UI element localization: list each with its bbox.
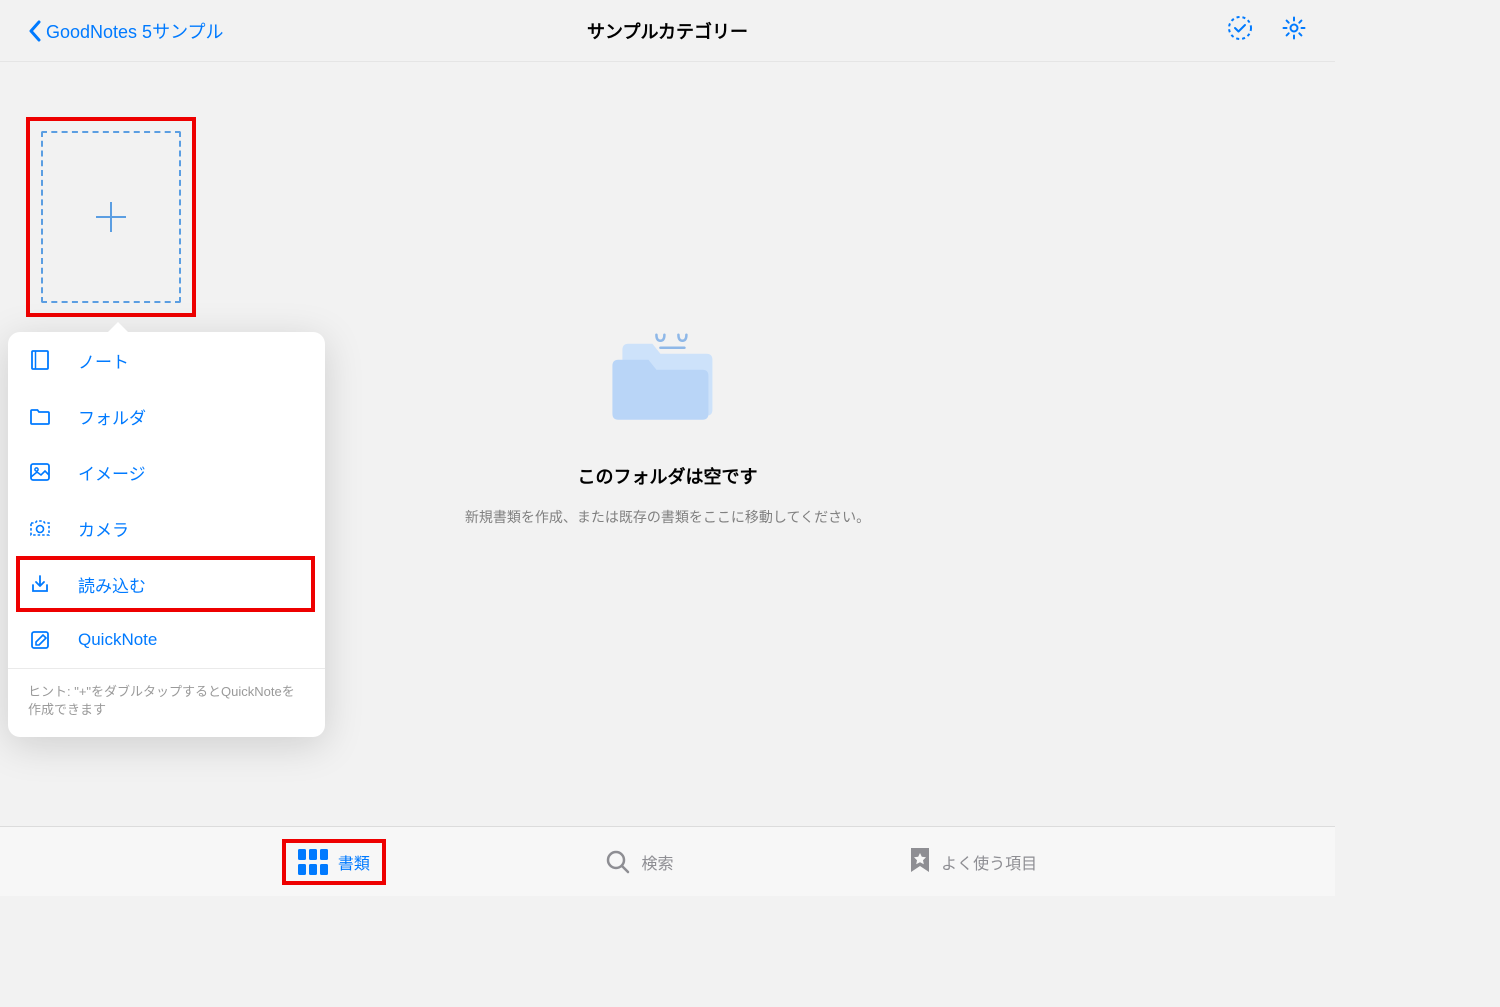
tab-favorites[interactable]: よく使う項目	[897, 842, 1049, 882]
popover-item-label: QuickNote	[78, 630, 157, 650]
tab-documents[interactable]: 書類	[286, 843, 382, 881]
popover-item-image[interactable]: イメージ	[28, 444, 305, 500]
popover-item-camera[interactable]: カメラ	[28, 500, 305, 556]
tab-label: 書類	[338, 850, 370, 874]
import-icon	[28, 572, 52, 596]
empty-state: このフォルダは空です 新規書類を作成、または既存の書類をここに移動してください。	[465, 320, 870, 527]
tab-label: よく使う項目	[941, 850, 1037, 874]
empty-title: このフォルダは空です	[465, 463, 870, 489]
notebook-icon	[28, 348, 52, 372]
header: GoodNotes 5サンプル サンプルカテゴリー	[0, 0, 1335, 62]
empty-subtitle: 新規書類を作成、または既存の書類をここに移動してください。	[465, 507, 870, 527]
popover-item-import[interactable]: 読み込む	[28, 556, 305, 612]
popover-item-label: フォルダ	[78, 404, 146, 429]
popover-item-label: ノート	[78, 348, 129, 373]
search-icon	[605, 849, 631, 875]
star-badge-icon	[909, 848, 931, 876]
popover-item-folder[interactable]: フォルダ	[28, 388, 305, 444]
page-title: サンプルカテゴリー	[587, 18, 748, 44]
new-document-button[interactable]	[41, 131, 181, 303]
gear-icon[interactable]	[1281, 15, 1307, 46]
quicknote-icon	[28, 628, 52, 652]
popover-hint: ヒント: "+"をダブルタップするとQuickNoteを作成できます	[8, 668, 325, 737]
popover-item-label: カメラ	[78, 516, 129, 541]
select-icon[interactable]	[1227, 15, 1253, 46]
folder-icon	[28, 404, 52, 428]
main-content: ノート フォルダ イメージ	[0, 62, 1335, 826]
empty-folder-icon	[465, 320, 870, 435]
tab-label: 検索	[641, 850, 673, 874]
create-popover: ノート フォルダ イメージ	[8, 332, 325, 737]
tabbar: 書類 検索 よく使う項目	[0, 826, 1335, 896]
add-tile-highlight	[26, 117, 196, 317]
camera-icon	[28, 516, 52, 540]
popover-item-label: イメージ	[78, 460, 146, 485]
tab-search[interactable]: 検索	[593, 843, 685, 881]
grid-icon	[298, 849, 328, 875]
back-button[interactable]: GoodNotes 5サンプル	[28, 18, 224, 44]
popover-item-notebook[interactable]: ノート	[28, 332, 305, 388]
image-icon	[28, 460, 52, 484]
chevron-left-icon	[28, 20, 42, 42]
popover-item-quicknote[interactable]: QuickNote	[28, 612, 305, 668]
popover-item-label: 読み込む	[78, 572, 146, 597]
back-label: GoodNotes 5サンプル	[46, 18, 224, 44]
plus-icon	[92, 198, 130, 236]
header-actions	[1227, 15, 1307, 46]
